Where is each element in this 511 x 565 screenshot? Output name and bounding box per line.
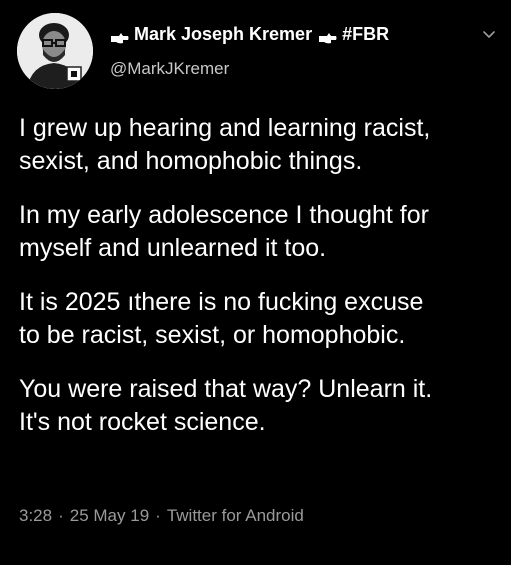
- tweet-paragraph: I grew up hearing and learning racist, s…: [19, 114, 431, 175]
- display-name-suffix: #FBR: [342, 24, 390, 44]
- display-name[interactable]: Mark Joseph Kremer #FBR: [110, 22, 389, 46]
- profile-photo-avatar: [17, 13, 93, 89]
- avatar[interactable]: [17, 13, 93, 89]
- separator: ·: [58, 506, 64, 525]
- tweet-date[interactable]: 25 May 19: [70, 506, 149, 525]
- tweet-paragraph: It is 2025 ıthere is no fucking excuse t…: [19, 288, 424, 349]
- tweet-paragraph: You were raised that way? Unlearn it. It…: [19, 375, 433, 436]
- tweet-source[interactable]: Twitter for Android: [167, 506, 304, 525]
- pointing-hand-emoji-icon: [110, 27, 130, 44]
- chevron-down-icon[interactable]: [481, 26, 497, 42]
- tweet-time[interactable]: 3:28: [19, 506, 52, 525]
- user-handle[interactable]: @MarkJKremer: [110, 58, 389, 80]
- author-header: Mark Joseph Kremer #FBR @MarkJKremer: [110, 22, 389, 80]
- display-name-text: Mark Joseph Kremer: [134, 24, 313, 44]
- separator: ·: [155, 506, 161, 525]
- tweet-text: I grew up hearing and learning racist, s…: [19, 112, 499, 460]
- pointing-hand-emoji-icon: [318, 27, 338, 44]
- tweet-meta: 3:28 · 25 May 19 · Twitter for Android: [19, 505, 304, 527]
- tweet-paragraph: In my early adolescence I thought for my…: [19, 201, 429, 262]
- tweet-card: Mark Joseph Kremer #FBR @MarkJKremer I g…: [0, 0, 511, 565]
